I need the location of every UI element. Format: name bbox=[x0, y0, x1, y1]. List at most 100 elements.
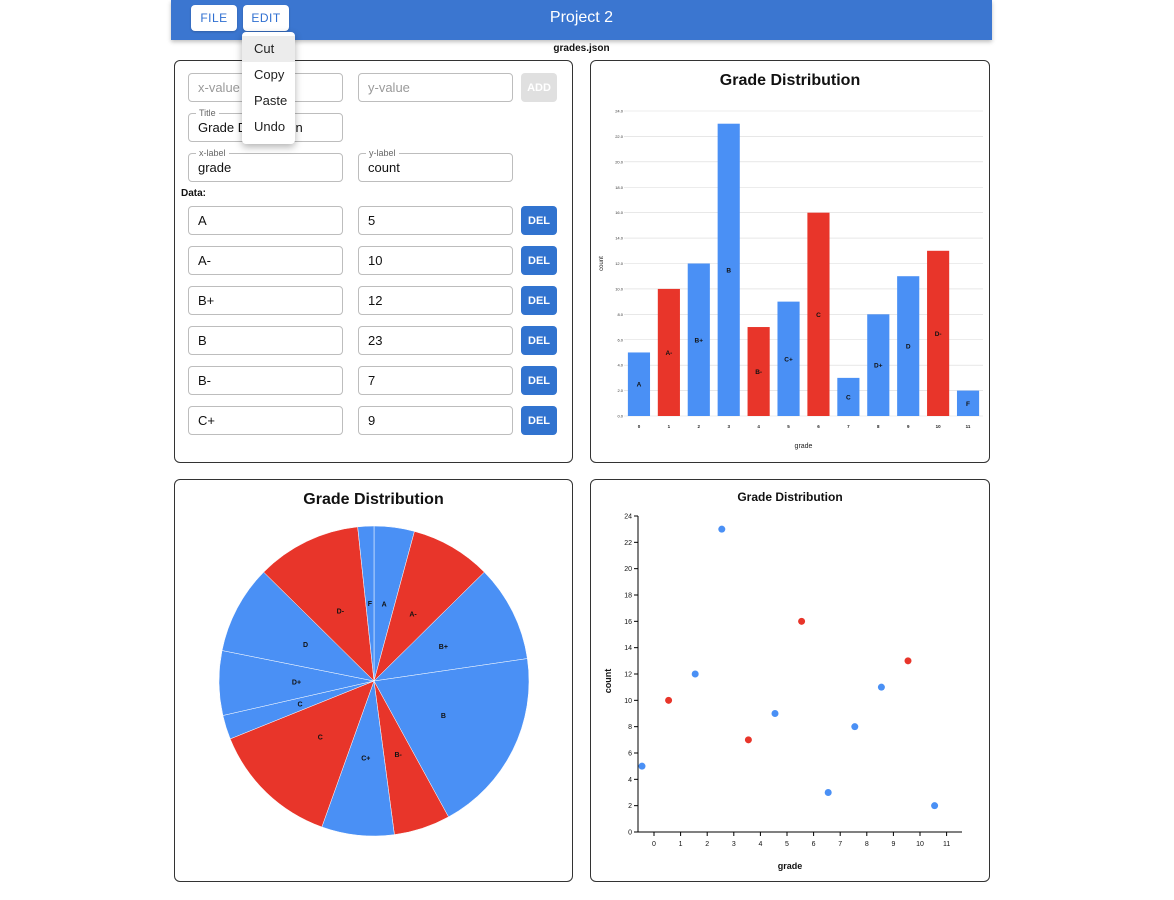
y-label-input[interactable] bbox=[359, 154, 512, 181]
bar-label: B- bbox=[755, 369, 762, 376]
scatter-point bbox=[931, 802, 939, 810]
delete-row-button[interactable]: DEL bbox=[521, 246, 557, 275]
bar-label: B bbox=[726, 267, 731, 274]
pie-slice-label: D bbox=[303, 642, 308, 649]
row-x-field[interactable] bbox=[188, 406, 343, 435]
y-label-field[interactable]: y-label bbox=[358, 148, 513, 182]
y-tick-label: 20 bbox=[624, 566, 632, 573]
menu-item-paste[interactable]: Paste bbox=[242, 88, 295, 114]
row-y-input[interactable] bbox=[359, 407, 512, 434]
row-x-input[interactable] bbox=[189, 367, 342, 394]
y-tick-label: 12 bbox=[624, 672, 632, 679]
bar-label: C bbox=[846, 394, 851, 401]
row-y-field[interactable] bbox=[358, 246, 513, 275]
scatter-point bbox=[744, 736, 752, 744]
row-x-input[interactable] bbox=[189, 247, 342, 274]
y-value-field[interactable] bbox=[358, 73, 513, 102]
y-tick-label: 24 bbox=[624, 514, 632, 521]
menu-item-copy[interactable]: Copy bbox=[242, 62, 295, 88]
scatter-point bbox=[798, 617, 806, 625]
delete-row-button[interactable]: DEL bbox=[521, 286, 557, 315]
x-tick-label: 0 bbox=[638, 424, 641, 429]
x-tick-label: 9 bbox=[907, 424, 910, 429]
bar-label: C+ bbox=[784, 356, 793, 363]
x-tick-label: 4 bbox=[757, 424, 760, 429]
row-y-input[interactable] bbox=[359, 207, 512, 234]
y-tick-label: 8 bbox=[628, 724, 632, 731]
pie-slice-label: D- bbox=[337, 609, 345, 616]
y-tick-label: 18.0 bbox=[615, 185, 624, 190]
row-y-field[interactable] bbox=[358, 406, 513, 435]
delete-row-button[interactable]: DEL bbox=[521, 326, 557, 355]
x-tick-label: 10 bbox=[936, 424, 942, 429]
scatter-point bbox=[691, 670, 699, 678]
row-y-field[interactable] bbox=[358, 366, 513, 395]
y-tick-label: 4.0 bbox=[617, 363, 623, 368]
x-tick-label: 3 bbox=[732, 841, 736, 848]
row-x-field[interactable] bbox=[188, 326, 343, 355]
row-y-field[interactable] bbox=[358, 206, 513, 235]
y-tick-label: 6.0 bbox=[617, 337, 623, 342]
x-tick-label: 7 bbox=[838, 841, 842, 848]
row-x-input[interactable] bbox=[189, 207, 342, 234]
pie-chart: A A- B+ B B- C+ C C D+ D D- F bbox=[218, 525, 530, 837]
row-x-field[interactable] bbox=[188, 286, 343, 315]
x-tick-label: 10 bbox=[916, 841, 924, 848]
row-x-field[interactable] bbox=[188, 366, 343, 395]
x-label-field[interactable]: x-label bbox=[188, 148, 343, 182]
row-y-input[interactable] bbox=[359, 367, 512, 394]
pie-slice-label: A- bbox=[409, 612, 417, 619]
menu-item-cut[interactable]: Cut bbox=[242, 36, 295, 62]
row-x-field[interactable] bbox=[188, 246, 343, 275]
row-y-input[interactable] bbox=[359, 327, 512, 354]
x-tick-label: 2 bbox=[705, 841, 709, 848]
bar-label: F bbox=[966, 401, 970, 408]
bar-label: C bbox=[816, 312, 821, 319]
scatter-point bbox=[851, 723, 859, 731]
x-label-input[interactable] bbox=[189, 154, 342, 181]
y-value-input[interactable] bbox=[359, 74, 512, 101]
data-heading: Data: bbox=[181, 188, 207, 199]
bar-label: D+ bbox=[874, 363, 883, 370]
pie-slice-label: C+ bbox=[361, 756, 370, 763]
y-tick-label: 0 bbox=[628, 830, 632, 837]
bar-label: D bbox=[906, 344, 911, 351]
row-y-field[interactable] bbox=[358, 326, 513, 355]
x-tick-label: 5 bbox=[787, 424, 790, 429]
scatter-point bbox=[718, 525, 726, 533]
row-x-input[interactable] bbox=[189, 327, 342, 354]
y-tick-label: 24.0 bbox=[615, 109, 624, 114]
pie-slice-label: C bbox=[298, 702, 303, 709]
delete-row-button[interactable]: DEL bbox=[521, 206, 557, 235]
x-tick-label: 11 bbox=[966, 424, 971, 429]
x-tick-label: 8 bbox=[877, 424, 880, 429]
scatter-chart-panel: Grade Distribution 0 2 4 6 8 10 12 14 16 18 20 22 24… bbox=[590, 479, 990, 882]
data-editor-panel: ADD Title x-label y-label Data: DEL DEL … bbox=[174, 60, 573, 463]
row-x-field[interactable] bbox=[188, 206, 343, 235]
row-y-input[interactable] bbox=[359, 287, 512, 314]
delete-row-button[interactable]: DEL bbox=[521, 366, 557, 395]
row-x-input[interactable] bbox=[189, 407, 342, 434]
row-x-input[interactable] bbox=[189, 287, 342, 314]
y-tick-label: 2.0 bbox=[617, 388, 623, 393]
scatter-point bbox=[824, 789, 832, 796]
y-tick-label: 22.0 bbox=[615, 134, 624, 139]
pie-slice-label: F bbox=[368, 601, 373, 608]
y-tick-label: 18 bbox=[624, 593, 632, 600]
x-tick-label: 8 bbox=[865, 841, 869, 848]
pie-slice-label: B- bbox=[394, 752, 402, 759]
bar-label: D- bbox=[935, 331, 942, 338]
row-y-input[interactable] bbox=[359, 247, 512, 274]
row-y-field[interactable] bbox=[358, 286, 513, 315]
y-tick-label: 4 bbox=[628, 777, 632, 784]
bar-label: A bbox=[637, 382, 642, 389]
scatter-point bbox=[771, 710, 779, 717]
add-button[interactable]: ADD bbox=[521, 73, 557, 102]
menu-item-undo[interactable]: Undo bbox=[242, 114, 295, 140]
pie-slice-label: A bbox=[382, 602, 387, 609]
x-tick-label: 1 bbox=[679, 841, 683, 848]
y-tick-label: 10.0 bbox=[615, 286, 624, 291]
delete-row-button[interactable]: DEL bbox=[521, 406, 557, 435]
x-tick-label: 9 bbox=[891, 841, 895, 848]
y-label-field-label: y-label bbox=[366, 148, 399, 158]
